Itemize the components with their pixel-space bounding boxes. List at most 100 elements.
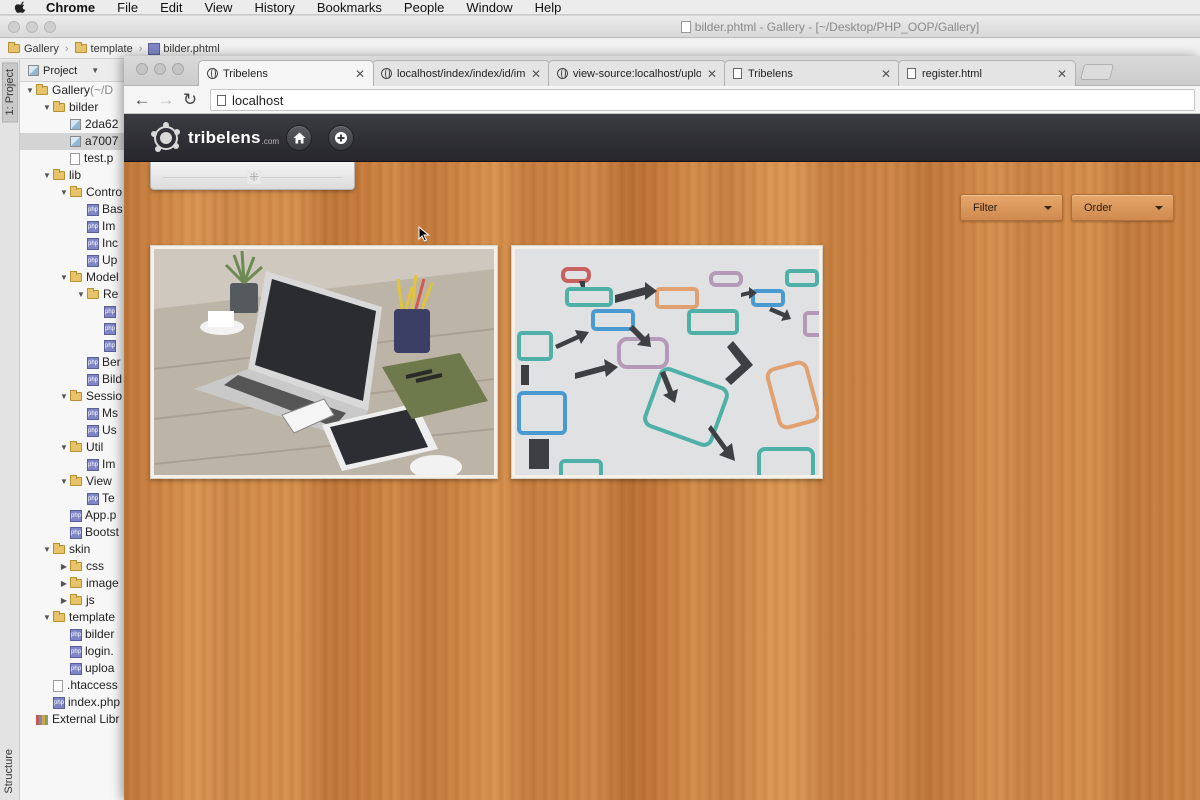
chevron-down-icon[interactable]: ▼ bbox=[41, 167, 53, 184]
browser-tab-view-source[interactable]: view-source:localhost/uplo ✕ bbox=[548, 60, 726, 86]
home-button[interactable] bbox=[286, 125, 312, 151]
project-tree-item[interactable]: php uploa bbox=[20, 660, 130, 677]
project-tree-item[interactable]: ▼ Contro bbox=[20, 184, 130, 201]
project-tree-item[interactable]: ▼ View bbox=[20, 473, 130, 490]
chevron-down-icon[interactable]: ▼ bbox=[58, 473, 70, 490]
gallery-image-laptop[interactable] bbox=[150, 245, 498, 479]
browser-tab-tribelens[interactable]: Tribelens ✕ bbox=[198, 60, 374, 86]
project-tree-item[interactable]: php login. bbox=[20, 643, 130, 660]
menu-help[interactable]: Help bbox=[535, 0, 562, 15]
project-tree-item[interactable]: ▼ Sessio bbox=[20, 388, 130, 405]
back-button[interactable]: ← bbox=[130, 88, 154, 112]
breadcrumb-file[interactable]: bilder.phtml bbox=[148, 42, 220, 55]
project-tree-item[interactable]: ▼ Re bbox=[20, 286, 130, 303]
chevron-right-icon[interactable]: ▶ bbox=[58, 575, 70, 592]
project-tree-item[interactable]: ▼ lib bbox=[20, 167, 130, 184]
reload-button[interactable]: ↻ bbox=[178, 88, 202, 112]
file-icon bbox=[680, 21, 691, 33]
filter-dropdown[interactable]: Filter bbox=[960, 194, 1063, 221]
menu-people[interactable]: People bbox=[404, 0, 444, 15]
menu-window[interactable]: Window bbox=[466, 0, 512, 15]
project-tree-item[interactable]: ▼ template bbox=[20, 609, 130, 626]
chevron-down-icon[interactable]: ▼ bbox=[41, 609, 53, 626]
project-tree-item[interactable]: ▶ js bbox=[20, 592, 130, 609]
project-tree-item[interactable]: ▼ bilder bbox=[20, 99, 130, 116]
menu-view[interactable]: View bbox=[204, 0, 232, 15]
project-tree-item[interactable]: ▼ Gallery (~/D bbox=[20, 82, 130, 99]
chevron-down-icon[interactable]: ▼ bbox=[75, 286, 87, 303]
project-tree-item[interactable]: ▼ skin bbox=[20, 541, 130, 558]
chevron-down-icon[interactable]: ▼ bbox=[91, 66, 99, 75]
close-icon[interactable]: ✕ bbox=[707, 67, 717, 81]
browser-tab-register[interactable]: register.html ✕ bbox=[898, 60, 1076, 86]
project-tree-item[interactable]: a7007 bbox=[20, 133, 130, 150]
project-tree-item[interactable]: php index.php bbox=[20, 694, 130, 711]
project-tree-item[interactable]: php Up bbox=[20, 252, 130, 269]
project-tree-item[interactable]: php Im bbox=[20, 218, 130, 235]
chevron-right-icon[interactable]: ▶ bbox=[58, 592, 70, 609]
close-icon[interactable]: ✕ bbox=[881, 67, 891, 81]
chevron-down-icon[interactable]: ▼ bbox=[58, 388, 70, 405]
browser-zoom-button[interactable] bbox=[172, 63, 184, 75]
menu-app-name[interactable]: Chrome bbox=[46, 0, 95, 15]
project-tree-item[interactable]: php Im bbox=[20, 456, 130, 473]
chevron-down-icon[interactable]: ▼ bbox=[41, 99, 53, 116]
chevron-right-icon[interactable]: ▶ bbox=[58, 558, 70, 575]
breadcrumb-gallery[interactable]: Gallery bbox=[8, 42, 59, 55]
menu-file[interactable]: File bbox=[117, 0, 138, 15]
browser-close-button[interactable] bbox=[136, 63, 148, 75]
project-panel-header[interactable]: Project ▼ bbox=[20, 60, 130, 82]
project-tree-item[interactable]: ▼ Util bbox=[20, 439, 130, 456]
project-tree-item[interactable]: .htaccess bbox=[20, 677, 130, 694]
project-tree-item[interactable]: 2da62 bbox=[20, 116, 130, 133]
add-button[interactable] bbox=[328, 125, 354, 151]
project-tree-item[interactable]: php Inc bbox=[20, 235, 130, 252]
project-tree-item[interactable]: php Bas bbox=[20, 201, 130, 218]
menu-bookmarks[interactable]: Bookmarks bbox=[317, 0, 382, 15]
menu-history[interactable]: History bbox=[254, 0, 294, 15]
project-tree-item[interactable]: php Ms bbox=[20, 405, 130, 422]
apple-icon[interactable] bbox=[14, 0, 28, 14]
menu-edit[interactable]: Edit bbox=[160, 0, 182, 15]
chevron-down-icon[interactable]: ▼ bbox=[41, 541, 53, 558]
project-tree-item[interactable]: ▶ css bbox=[20, 558, 130, 575]
tool-tab-structure[interactable]: Structure bbox=[2, 743, 16, 800]
order-dropdown[interactable]: Order bbox=[1071, 194, 1174, 221]
breadcrumb-template[interactable]: template bbox=[74, 42, 133, 55]
browser-minimize-button[interactable] bbox=[154, 63, 166, 75]
project-tree-item[interactable]: php bbox=[20, 303, 130, 320]
project-tree-item[interactable]: ▼ Model bbox=[20, 269, 130, 286]
browser-tab-localhost-index[interactable]: localhost/index/index/id/im ✕ bbox=[372, 60, 550, 86]
close-icon[interactable]: ✕ bbox=[531, 67, 541, 81]
project-tree-item[interactable]: php Bootst bbox=[20, 524, 130, 541]
project-tree-item[interactable]: ▶ image bbox=[20, 575, 130, 592]
tool-tab-project[interactable]: 1: Project bbox=[2, 62, 18, 123]
project-tree-item[interactable]: php bilder bbox=[20, 626, 130, 643]
address-bar[interactable]: localhost bbox=[210, 89, 1195, 111]
chevron-down-icon[interactable]: ▼ bbox=[24, 82, 36, 99]
new-tab-button[interactable] bbox=[1079, 64, 1115, 80]
project-tree-item[interactable]: php Te bbox=[20, 490, 130, 507]
project-tree-item[interactable]: php App.p bbox=[20, 507, 130, 524]
chevron-down-icon[interactable]: ▼ bbox=[58, 269, 70, 286]
project-tree-item[interactable]: php Bild bbox=[20, 371, 130, 388]
php-file-icon: php bbox=[87, 424, 99, 437]
project-tree-item[interactable]: php bbox=[20, 337, 130, 354]
close-icon[interactable]: ✕ bbox=[355, 67, 365, 81]
browser-tab-tribelens-2[interactable]: Tribelens ✕ bbox=[724, 60, 900, 86]
project-tree-item[interactable]: php Us bbox=[20, 422, 130, 439]
project-tree-item[interactable]: php Ber bbox=[20, 354, 130, 371]
forward-button[interactable]: → bbox=[154, 88, 178, 112]
chevron-down-icon[interactable]: ▼ bbox=[58, 184, 70, 201]
folder-icon bbox=[70, 390, 82, 401]
project-tree-item[interactable]: php bbox=[20, 320, 130, 337]
site-logo[interactable]: tribelens .com bbox=[150, 121, 279, 155]
project-tree-item[interactable]: test.p bbox=[20, 150, 130, 167]
ide-titlebar: bilder.phtml - Gallery - [~/Desktop/PHP_… bbox=[0, 16, 1200, 38]
drag-handle-icon[interactable]: ⁜ bbox=[247, 170, 261, 184]
close-icon[interactable]: ✕ bbox=[1057, 67, 1067, 81]
project-tree-item[interactable]: External Libr bbox=[20, 711, 130, 728]
chevron-down-icon[interactable]: ▼ bbox=[58, 439, 70, 456]
gallery-image-flowchart[interactable] bbox=[511, 245, 823, 479]
project-tree-label: Te bbox=[102, 491, 115, 505]
